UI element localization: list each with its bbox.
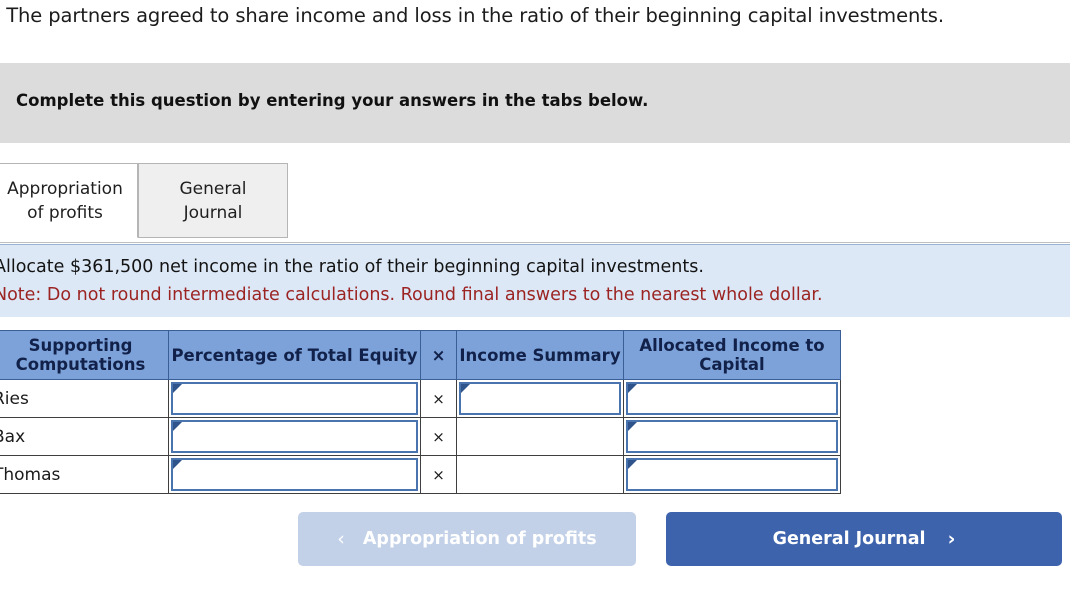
chevron-left-icon: ‹ [337,527,345,550]
allocation-table: Supporting Computations Percentage of To… [0,330,841,494]
cell-flag-icon [173,384,182,393]
next-tab-button-label: General Journal [772,529,926,549]
income-summary-cell-ries[interactable] [456,379,624,418]
multiply-symbol-ries: × [420,379,457,418]
allocated-income-cell-bax[interactable] [623,417,841,456]
task-note-primary: Allocate $361,500 net income in the rati… [0,257,704,277]
tab-appropriation-label-line2: of profits [27,202,103,223]
cell-flag-icon [628,422,637,431]
table-row: Thomas × [0,455,841,494]
income-summary-cell-bax[interactable] [456,417,624,456]
row-label-bax: Bax [0,417,169,456]
tab-general-journal-label-line2: Journal [183,202,243,223]
percentage-input-ries[interactable] [171,382,418,415]
multiply-symbol-thomas: × [420,455,457,494]
header-allocated-income-to-capital: Allocated Income to Capital [623,330,841,380]
cell-flag-icon [628,384,637,393]
previous-tab-button-label: Appropriation of profits [362,529,597,549]
chevron-right-icon: › [947,527,956,550]
income-summary-value-thomas [459,458,621,491]
task-note-rounding: Note: Do not round intermediate calculat… [0,285,823,305]
allocated-income-cell-ries[interactable] [623,379,841,418]
tab-appropriation-label-line1: Appropriation [7,178,123,199]
row-label-thomas: Thomas [0,455,169,494]
cell-flag-icon [628,460,637,469]
header-multiply-symbol: × [420,330,457,380]
table-row: Bax × [0,417,841,456]
allocated-income-input-ries[interactable] [626,382,838,415]
income-summary-input-ries[interactable] [459,382,621,415]
question-statement: . The partners agreed to share income an… [0,4,944,27]
task-note-banner: Allocate $361,500 net income in the rati… [0,244,1070,317]
tab-navigation-bar: ‹ Appropriation of profits General Journ… [0,512,1070,568]
cell-flag-icon [173,460,182,469]
tab-strip: Appropriation of profits General Journal [0,163,1070,243]
allocated-income-input-bax[interactable] [626,420,838,453]
instruction-banner-text: Complete this question by entering your … [16,91,649,110]
header-supporting-computations: Supporting Computations [0,330,169,380]
cell-flag-icon [461,384,470,393]
tab-appropriation-of-profits[interactable]: Appropriation of profits [0,163,138,238]
row-label-ries: Ries [0,379,169,418]
multiply-symbol-bax: × [420,417,457,456]
exercise-page: . The partners agreed to share income an… [0,0,1070,612]
header-income-summary: Income Summary [456,330,624,380]
percentage-input-thomas[interactable] [171,458,418,491]
instruction-banner: Complete this question by entering your … [0,63,1070,143]
table-row: Ries × [0,379,841,418]
previous-tab-button[interactable]: ‹ Appropriation of profits [298,512,636,566]
tab-general-journal[interactable]: General Journal [138,163,288,238]
cell-flag-icon [173,422,182,431]
table-header-row: Supporting Computations Percentage of To… [0,330,841,380]
tab-general-journal-label-line1: General [179,178,247,199]
header-percentage-of-total-equity: Percentage of Total Equity [168,330,421,380]
percentage-input-bax[interactable] [171,420,418,453]
allocated-income-input-thomas[interactable] [626,458,838,491]
percentage-cell-ries[interactable] [168,379,421,418]
next-tab-button[interactable]: General Journal › [666,512,1062,566]
income-summary-cell-thomas[interactable] [456,455,624,494]
percentage-cell-thomas[interactable] [168,455,421,494]
income-summary-value-bax [459,420,621,453]
percentage-cell-bax[interactable] [168,417,421,456]
allocated-income-cell-thomas[interactable] [623,455,841,494]
